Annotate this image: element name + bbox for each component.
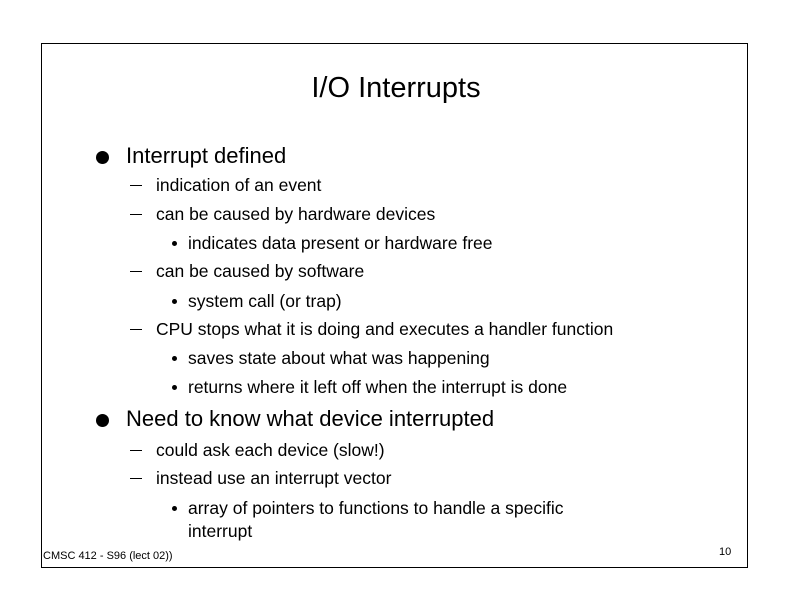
sub-item-interrupt-vector: instead use an interrupt vector bbox=[156, 468, 392, 488]
sub-sub-item-system-call: system call (or trap) bbox=[188, 291, 342, 311]
sub-item-cpu-stops: CPU stops what it is doing and executes … bbox=[156, 319, 614, 339]
dash-icon bbox=[130, 214, 142, 216]
page-number: 10 bbox=[719, 546, 732, 558]
small-bullet-icon bbox=[172, 241, 177, 246]
sub-item-hardware-devices: can be caused by hardware devices bbox=[156, 204, 436, 224]
bullet-dot-icon bbox=[96, 414, 109, 427]
slide-frame bbox=[41, 43, 748, 568]
sub-sub-item-array-of-pointers: array of pointers to functions to handle… bbox=[188, 498, 564, 518]
dash-icon bbox=[130, 271, 142, 273]
small-bullet-icon bbox=[172, 385, 177, 390]
small-bullet-icon bbox=[172, 299, 177, 304]
sub-sub-item-returns: returns where it left off when the inter… bbox=[188, 377, 568, 397]
footer-course-label: CMSC 412 - S96 (lect 02)) bbox=[43, 550, 173, 562]
sub-item-software: can be caused by software bbox=[156, 261, 365, 281]
dash-icon bbox=[130, 450, 142, 452]
sub-sub-item-array-of-pointers-continuation: interrupt bbox=[188, 521, 253, 541]
sub-sub-item-saves-state: saves state about what was happening bbox=[188, 348, 490, 368]
slide-title: I/O Interrupts bbox=[311, 72, 481, 104]
sub-sub-item-data-present: indicates data present or hardware free bbox=[188, 233, 493, 253]
bullet-item-interrupt-defined: Interrupt defined bbox=[126, 143, 287, 168]
small-bullet-icon bbox=[172, 356, 177, 361]
dash-icon bbox=[130, 185, 142, 187]
small-bullet-icon bbox=[172, 506, 177, 511]
bullet-dot-icon bbox=[96, 151, 109, 164]
sub-item-indication: indication of an event bbox=[156, 175, 322, 195]
bullet-item-need-to-know: Need to know what device interrupted bbox=[126, 406, 495, 431]
dash-icon bbox=[130, 329, 142, 331]
sub-item-ask-each-device: could ask each device (slow!) bbox=[156, 440, 385, 460]
dash-icon bbox=[130, 478, 142, 480]
